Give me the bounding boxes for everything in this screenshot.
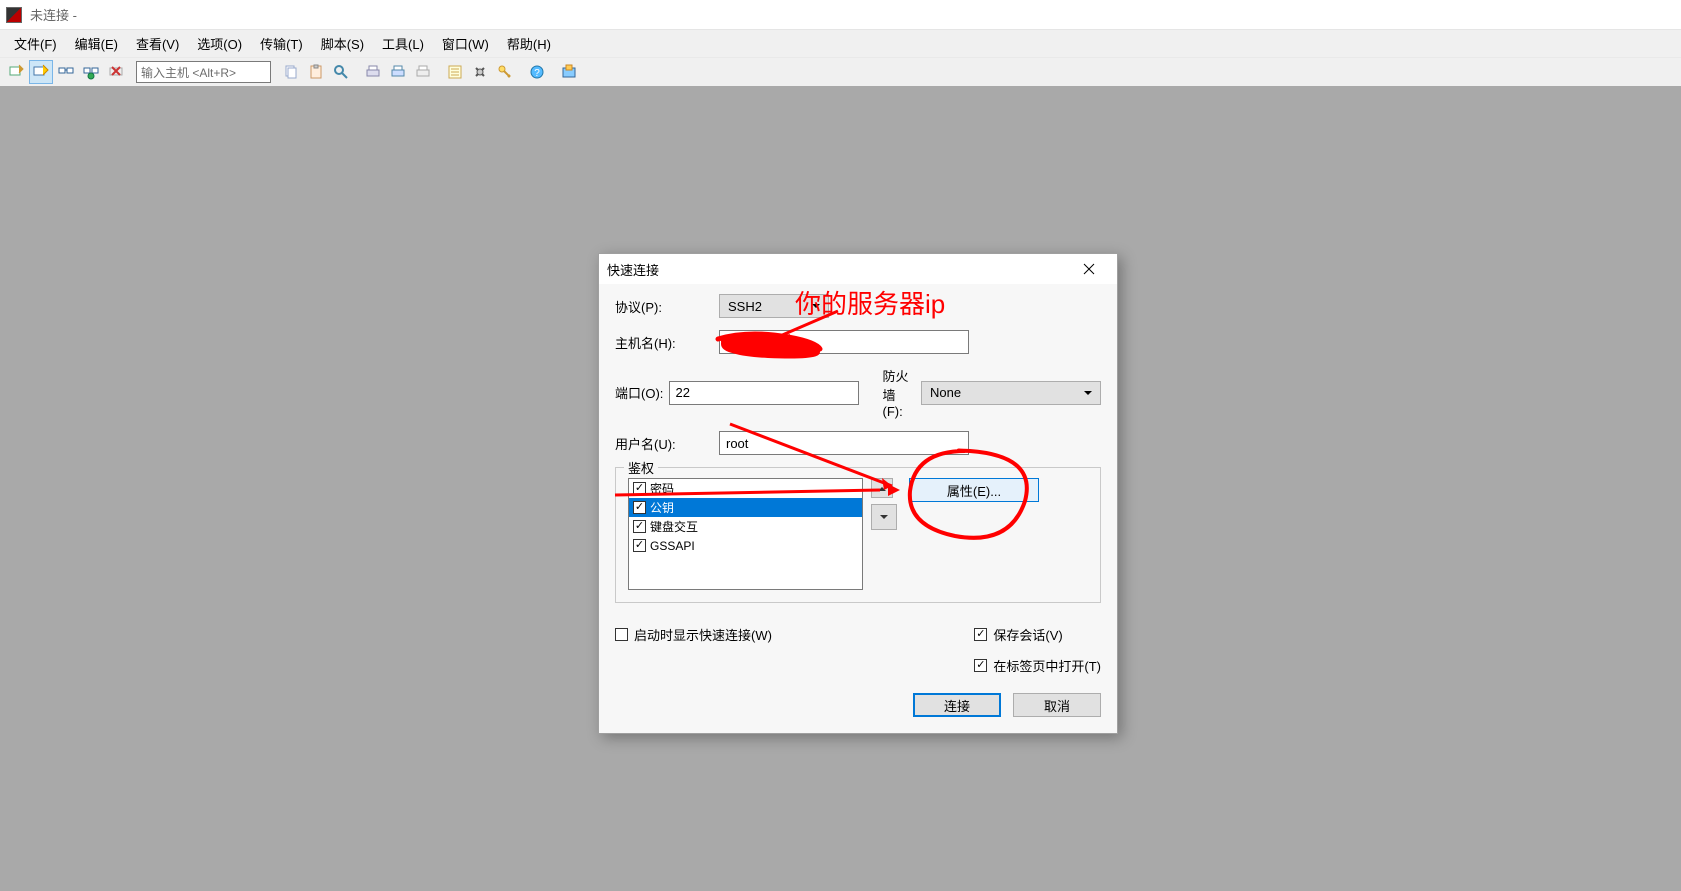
host-input[interactable]: 输入主机 <Alt+R> bbox=[136, 61, 271, 83]
reconnect-icon[interactable] bbox=[79, 60, 103, 84]
print-selection-icon[interactable] bbox=[411, 60, 435, 84]
auth-item-0[interactable]: 密码 bbox=[629, 479, 862, 498]
menu-window[interactable]: 窗口(W) bbox=[434, 30, 497, 57]
checkbox-icon bbox=[974, 628, 987, 641]
cancel-label: 取消 bbox=[1044, 696, 1070, 715]
print-icon[interactable] bbox=[361, 60, 385, 84]
label-firewall: 防火墙(F): bbox=[883, 366, 913, 419]
auth-item-2[interactable]: 键盘交互 bbox=[629, 517, 862, 536]
connect-bar-icon[interactable] bbox=[54, 60, 78, 84]
new-session-icon[interactable] bbox=[4, 60, 28, 84]
label-auth-group: 鉴权 bbox=[624, 458, 658, 477]
move-up-button[interactable] bbox=[871, 478, 893, 498]
label-port: 端口(O): bbox=[615, 383, 669, 402]
quick-connect-dialog: 快速连接 协议(P): SSH2 主机名(H): 端口(O): 防火墙(F): bbox=[598, 253, 1118, 734]
connect-label: 连接 bbox=[944, 696, 970, 715]
label-username: 用户名(U): bbox=[615, 434, 719, 453]
menu-help[interactable]: 帮助(H) bbox=[499, 30, 559, 57]
dialog-title: 快速连接 bbox=[607, 260, 659, 279]
key-agent-icon[interactable] bbox=[493, 60, 517, 84]
username-input[interactable] bbox=[719, 431, 969, 455]
disconnect-icon[interactable] bbox=[104, 60, 128, 84]
save-session-label: 保存会话(V) bbox=[993, 625, 1062, 644]
svg-text:?: ? bbox=[534, 68, 540, 79]
cancel-button[interactable]: 取消 bbox=[1013, 693, 1101, 717]
auth-item-3[interactable]: GSSAPI bbox=[629, 536, 862, 555]
toolbar: 输入主机 <Alt+R> ? bbox=[0, 58, 1681, 86]
show-on-start-checkbox[interactable]: 启动时显示快速连接(W) bbox=[615, 625, 772, 644]
help-icon[interactable]: ? bbox=[525, 60, 549, 84]
find-icon[interactable] bbox=[329, 60, 353, 84]
properties-button[interactable]: 属性(E)... bbox=[909, 478, 1039, 502]
auth-item-label: GSSAPI bbox=[650, 539, 695, 553]
dialog-titlebar[interactable]: 快速连接 bbox=[599, 254, 1117, 284]
auth-fieldset: 鉴权 密码公钥键盘交互GSSAPI 属性(E)... bbox=[615, 467, 1101, 603]
menu-edit[interactable]: 编辑(E) bbox=[67, 30, 126, 57]
properties-label: 属性(E)... bbox=[947, 481, 1001, 500]
label-protocol: 协议(P): bbox=[615, 297, 719, 316]
menu-tools[interactable]: 工具(L) bbox=[374, 30, 432, 57]
session-options-icon[interactable] bbox=[443, 60, 467, 84]
protocol-dropdown[interactable]: SSH2 bbox=[719, 294, 829, 318]
auth-item-label: 密码 bbox=[650, 480, 674, 497]
firewall-dropdown[interactable]: None bbox=[921, 381, 1101, 405]
show-on-start-label: 启动时显示快速连接(W) bbox=[634, 625, 772, 644]
auth-method-list[interactable]: 密码公钥键盘交互 GSSAPI bbox=[628, 478, 863, 590]
auth-item-label: 键盘交互 bbox=[650, 518, 698, 535]
firewall-value: None bbox=[930, 385, 961, 400]
open-in-tab-checkbox[interactable]: 在标签页中打开(T) bbox=[974, 656, 1101, 675]
app-icon bbox=[6, 7, 22, 23]
window-titlebar: 未连接 - bbox=[0, 0, 1681, 30]
connect-button[interactable]: 连接 bbox=[913, 693, 1001, 717]
menu-script[interactable]: 脚本(S) bbox=[313, 30, 372, 57]
menubar: 文件(F) 编辑(E) 查看(V) 选项(O) 传输(T) 脚本(S) 工具(L… bbox=[0, 30, 1681, 58]
checkbox-icon[interactable] bbox=[633, 520, 646, 533]
label-hostname: 主机名(H): bbox=[615, 333, 719, 352]
checkbox-icon[interactable] bbox=[633, 501, 646, 514]
quick-connect-icon[interactable] bbox=[29, 60, 53, 84]
paste-icon[interactable] bbox=[304, 60, 328, 84]
hostname-input[interactable] bbox=[719, 330, 969, 354]
menu-option[interactable]: 选项(O) bbox=[189, 30, 250, 57]
copy-icon[interactable] bbox=[279, 60, 303, 84]
window-title: 未连接 - bbox=[30, 5, 77, 24]
checkbox-icon bbox=[615, 628, 628, 641]
menu-file[interactable]: 文件(F) bbox=[6, 30, 65, 57]
checkbox-icon[interactable] bbox=[633, 482, 646, 495]
print-screen-icon[interactable] bbox=[386, 60, 410, 84]
checkbox-icon bbox=[974, 659, 987, 672]
checkbox-icon[interactable] bbox=[633, 539, 646, 552]
save-session-checkbox[interactable]: 保存会话(V) bbox=[974, 625, 1062, 644]
dialog-body: 协议(P): SSH2 主机名(H): 端口(O): 防火墙(F): None … bbox=[599, 284, 1117, 733]
menu-view[interactable]: 查看(V) bbox=[128, 30, 187, 57]
open-in-tab-label: 在标签页中打开(T) bbox=[993, 656, 1101, 675]
global-options-icon[interactable] bbox=[468, 60, 492, 84]
menu-transfer[interactable]: 传输(T) bbox=[252, 30, 311, 57]
close-icon[interactable] bbox=[1069, 257, 1109, 281]
port-input[interactable] bbox=[669, 381, 859, 405]
securefx-icon[interactable] bbox=[557, 60, 581, 84]
auth-item-1[interactable]: 公钥 bbox=[629, 498, 862, 517]
client-area: 快速连接 协议(P): SSH2 主机名(H): 端口(O): 防火墙(F): bbox=[0, 86, 1681, 891]
auth-item-label: 公钥 bbox=[650, 499, 674, 516]
protocol-value: SSH2 bbox=[728, 299, 762, 314]
move-down-button[interactable] bbox=[871, 504, 897, 530]
